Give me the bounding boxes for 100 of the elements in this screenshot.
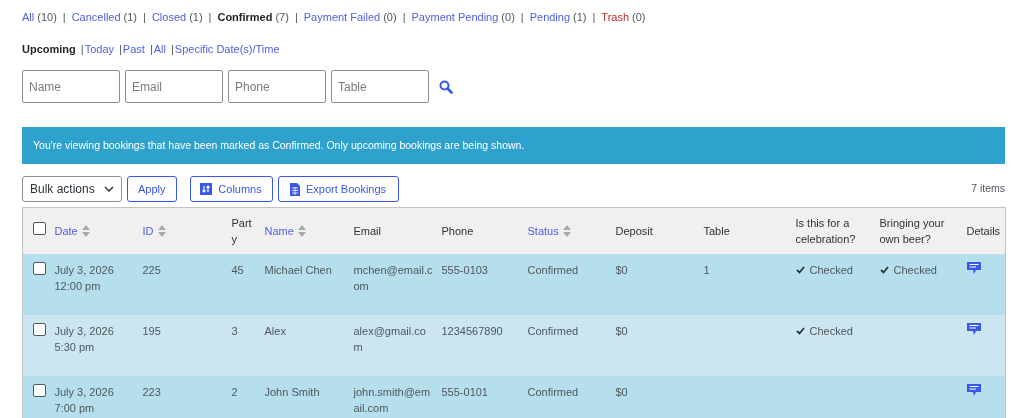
status-filter-link[interactable]: Cancelled bbox=[71, 8, 121, 26]
bulk-actions-dropdown[interactable]: Bulk actions bbox=[22, 176, 122, 202]
separator-text: | bbox=[62, 9, 66, 25]
search-field[interactable]: Table bbox=[331, 70, 429, 103]
sortable-column-header[interactable]: ID bbox=[142, 222, 166, 239]
speech-bubble-icon[interactable] bbox=[966, 261, 981, 275]
status-count: (0) bbox=[501, 9, 515, 25]
sortable-column-header[interactable]: Status bbox=[527, 222, 571, 239]
separator-text: | bbox=[170, 41, 174, 57]
checkmark-icon bbox=[795, 326, 805, 335]
sortable-column-header[interactable]: Date bbox=[54, 222, 90, 239]
speech-bubble-icon[interactable] bbox=[966, 322, 981, 336]
table-cell: John Smith bbox=[264, 385, 320, 398]
booking-time: 7:00 pm bbox=[54, 400, 96, 416]
search-field[interactable]: Name bbox=[22, 70, 120, 103]
status-count: (1) bbox=[189, 9, 203, 25]
columns-button[interactable]: Columns bbox=[189, 176, 273, 202]
table-cell: Confirmed bbox=[527, 385, 579, 398]
table-cell: 555-0101 bbox=[441, 385, 488, 398]
table-cell: $0 bbox=[615, 385, 628, 398]
status-filter-link[interactable]: Confirmed bbox=[217, 8, 273, 26]
booking-time: 12:00 pm bbox=[54, 278, 102, 294]
date-filter-link[interactable]: Upcoming bbox=[22, 40, 76, 58]
separator-text: | bbox=[592, 9, 596, 25]
separator-text: | bbox=[80, 41, 84, 57]
export-bookings-button[interactable]: Export Bookings bbox=[277, 176, 399, 202]
table-cell: 3 bbox=[231, 324, 238, 337]
sort-arrows-icon bbox=[562, 224, 571, 237]
table-cell: $0 bbox=[615, 263, 628, 276]
sort-arrows-icon bbox=[81, 224, 90, 237]
date-filter-link[interactable]: Today bbox=[84, 40, 114, 58]
table-cell: alex@gmail.com bbox=[353, 324, 426, 353]
checkbox[interactable] bbox=[33, 383, 46, 397]
table-cell: 195 bbox=[142, 324, 161, 337]
column-header: Details bbox=[966, 223, 1001, 239]
sortable-column-header[interactable]: Name bbox=[264, 222, 306, 239]
spreadsheet-icon bbox=[289, 182, 300, 196]
status-count: (0) bbox=[632, 9, 646, 25]
notice-banner: You're viewing bookings that have been marked as Confirmed. Only upcoming bookings are being shown. bbox=[22, 127, 1005, 164]
booking-date: July 3, 2026 bbox=[54, 323, 115, 339]
checkmark-icon bbox=[879, 265, 889, 274]
search-field[interactable]: Phone bbox=[228, 70, 326, 103]
column-header: Table bbox=[703, 223, 730, 239]
separator-text: | bbox=[208, 9, 212, 25]
table-cell: Confirmed bbox=[527, 324, 579, 337]
date-filter-link[interactable]: All bbox=[153, 40, 166, 58]
table-cell: mchen@email.com bbox=[353, 263, 433, 292]
status-filter-link[interactable]: All bbox=[22, 8, 35, 26]
apply-button[interactable]: Apply bbox=[127, 176, 177, 202]
checkbox[interactable] bbox=[33, 322, 46, 336]
search-field[interactable]: Email bbox=[125, 70, 223, 103]
speech-bubble-icon[interactable] bbox=[966, 383, 981, 397]
table-cell-text: Checked bbox=[893, 262, 937, 278]
table-cell: 555-0103 bbox=[441, 263, 488, 276]
table-cell: 223 bbox=[142, 385, 161, 398]
status-count: (1) bbox=[123, 9, 138, 25]
table-cell: $0 bbox=[615, 324, 628, 337]
checkbox[interactable] bbox=[33, 222, 46, 235]
column-header: Email bbox=[353, 223, 381, 239]
separator-text: | bbox=[143, 9, 146, 25]
column-header: Party bbox=[231, 215, 253, 247]
table-cell: 2 bbox=[231, 385, 238, 398]
status-filter-link[interactable]: Closed bbox=[151, 8, 187, 26]
booking-date: July 3, 2026 bbox=[54, 262, 115, 278]
sort-arrows-icon bbox=[297, 224, 306, 237]
status-count: (0) bbox=[383, 9, 397, 25]
status-filter-link[interactable]: Payment Pending bbox=[411, 8, 499, 26]
status-count: (7) bbox=[275, 9, 289, 25]
table-cell: Alex bbox=[264, 324, 286, 337]
booking-date: July 3, 2026 bbox=[54, 384, 115, 400]
column-header: Is this for a celebration? bbox=[795, 215, 857, 247]
status-filter-link[interactable]: Payment Failed bbox=[303, 8, 381, 26]
column-header: Bringing your own beer? bbox=[879, 215, 946, 247]
checkbox[interactable] bbox=[33, 261, 46, 275]
status-filter-link[interactable]: Trash bbox=[601, 8, 630, 26]
chevron-down-icon bbox=[104, 186, 114, 192]
booking-time: 5:30 pm bbox=[54, 339, 96, 355]
table-cell: 1 bbox=[703, 263, 710, 276]
separator-text: | bbox=[402, 9, 406, 25]
checkmark-icon bbox=[795, 265, 805, 274]
table-cell: Confirmed bbox=[527, 263, 579, 276]
separator-text: | bbox=[119, 41, 122, 57]
date-filter-link[interactable]: Past bbox=[122, 40, 145, 58]
table-cell-text: Checked bbox=[809, 262, 853, 278]
separator-text: | bbox=[520, 9, 524, 25]
item-count: 7 items bbox=[971, 181, 1005, 197]
date-filter-link[interactable]: Specific Date(s)/Time bbox=[174, 40, 280, 58]
table-cell: 45 bbox=[231, 263, 244, 276]
table-cell: john.smith@email.com bbox=[353, 385, 431, 414]
status-count: (10) bbox=[37, 9, 57, 25]
column-header: Deposit bbox=[615, 223, 653, 239]
table-cell-text: Checked bbox=[809, 323, 853, 339]
separator-text: | bbox=[149, 41, 153, 57]
table-cell: 1234567890 bbox=[441, 324, 503, 337]
column-header: Phone bbox=[441, 223, 474, 239]
separator-text: | bbox=[294, 9, 298, 25]
table-cell: Michael Chen bbox=[264, 263, 332, 276]
status-filter-link[interactable]: Pending bbox=[529, 8, 571, 26]
status-count: (1) bbox=[573, 9, 587, 25]
search-icon[interactable] bbox=[439, 79, 453, 94]
